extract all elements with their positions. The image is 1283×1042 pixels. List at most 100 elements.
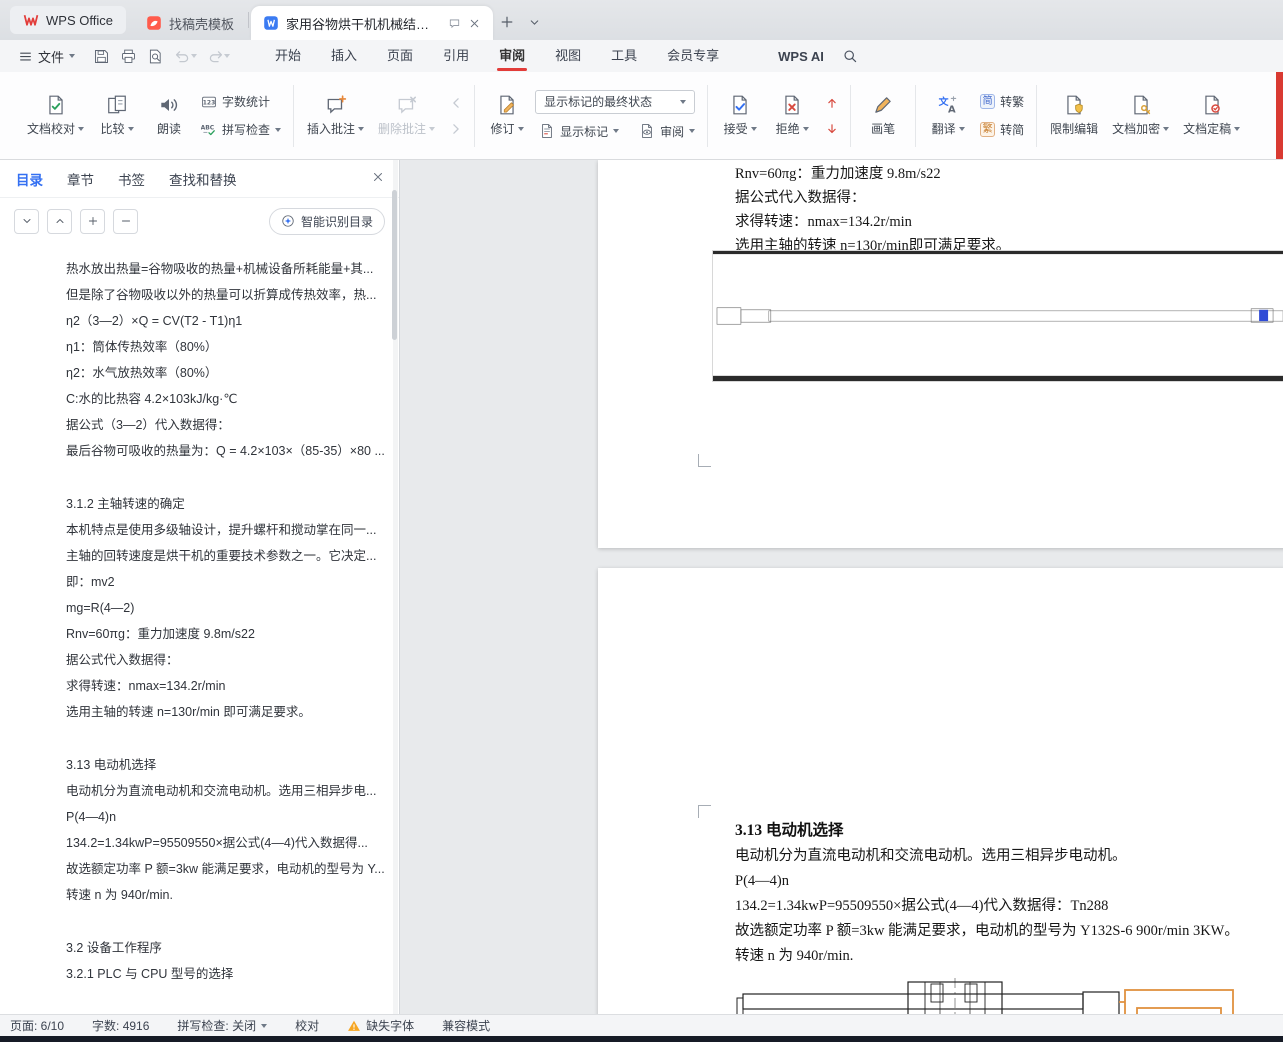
print-preview-button[interactable] bbox=[143, 44, 168, 68]
spell-check-button[interactable]: 拼写检查 bbox=[197, 119, 285, 140]
review-mode-button[interactable]: 审阅 bbox=[635, 121, 699, 142]
ribbon-tab[interactable]: 视图 bbox=[540, 40, 596, 72]
toc-item[interactable]: 据公式（3—2）代入数据得： bbox=[18, 412, 387, 438]
docer-template-tab[interactable]: 找稿壳模板 bbox=[134, 6, 246, 40]
translate-button[interactable]: 翻译 bbox=[924, 80, 972, 152]
navigation-pane-tab[interactable]: 目录 bbox=[16, 169, 43, 189]
expand-all-button[interactable] bbox=[14, 208, 39, 234]
insert-comment-label: 插入批注 bbox=[307, 122, 356, 136]
comment-bubble-icon[interactable] bbox=[448, 17, 461, 30]
page-1[interactable]: Rnv=60πg：重力加速度 9.8m/s22 据公式代入数据得： 求得转速：n… bbox=[598, 160, 1283, 548]
document-canvas[interactable]: Rnv=60πg：重力加速度 9.8m/s22 据公式代入数据得： 求得转速：n… bbox=[400, 160, 1283, 1014]
insert-comment-button[interactable]: 插入批注 bbox=[302, 80, 369, 152]
chevron-down-icon bbox=[1234, 126, 1241, 131]
toc-item-label: mg=R(4—2) bbox=[66, 601, 135, 615]
missing-font-warning[interactable]: 缺失字体 bbox=[347, 1017, 414, 1034]
toc-item[interactable]: 据公式代入数据得： bbox=[18, 647, 387, 673]
undo-button[interactable] bbox=[170, 44, 201, 68]
screw-conveyor-image[interactable] bbox=[712, 250, 1283, 382]
spell-check-status[interactable]: 拼写检查: 关闭 bbox=[177, 1017, 268, 1034]
toc-item[interactable]: 选用主轴的转速 n=130r/min 即可满足要求。 bbox=[18, 699, 387, 725]
navigation-pane-tab[interactable]: 书签 bbox=[118, 169, 145, 189]
ribbon-tab[interactable]: 开始 bbox=[260, 40, 316, 72]
quick-access-toolbar bbox=[89, 44, 234, 68]
expand-level-button[interactable] bbox=[80, 208, 105, 234]
tab-list-button[interactable] bbox=[522, 9, 548, 35]
restrict-editing-button[interactable]: 限制编辑 bbox=[1045, 80, 1103, 152]
collapse-level-button[interactable] bbox=[113, 208, 138, 234]
toc-item[interactable]: 主轴的回转速度是烘干机的重要技术参数之一。它决定... bbox=[18, 543, 387, 569]
redo-button[interactable] bbox=[203, 44, 234, 68]
proofing-status[interactable]: 校对 bbox=[295, 1017, 319, 1034]
toc-item-label: 3.13 电动机选择 bbox=[66, 758, 157, 772]
toc-item[interactable]: η1：筒体传热效率（80%） bbox=[18, 334, 387, 360]
close-pane-button[interactable] bbox=[371, 170, 385, 187]
new-tab-button[interactable] bbox=[494, 9, 520, 35]
toc-item[interactable]: 3.13 电动机选择 bbox=[18, 752, 387, 778]
search-button[interactable] bbox=[842, 48, 858, 64]
toc-item[interactable]: 最后谷物可吸收的热量为：Q = 4.2×103×（85-35）×80 ... bbox=[18, 438, 387, 464]
smart-toc-button[interactable]: 智能识别目录 bbox=[268, 207, 385, 235]
toc-item[interactable]: 3.1.2 主轴转速的确定 bbox=[18, 491, 387, 517]
word-count-status[interactable]: 字数: 4916 bbox=[92, 1017, 149, 1034]
toc-item[interactable]: Rnv=60πg：重力加速度 9.8m/s22 bbox=[18, 621, 387, 647]
toc-scrollbar-thumb[interactable] bbox=[392, 190, 397, 340]
toc-item[interactable]: η2：水气放热效率（80%） bbox=[18, 360, 387, 386]
doc-proof-button[interactable]: 文档校对 bbox=[22, 80, 89, 152]
wps-home-tab[interactable]: WPS Office bbox=[10, 6, 126, 34]
traditional-to-simplified-button[interactable]: 繁 转简 bbox=[976, 119, 1028, 140]
close-tab-icon[interactable] bbox=[468, 17, 481, 30]
reject-button[interactable]: 拒绝 bbox=[768, 80, 816, 152]
toc-item[interactable]: 3.2 设备工作程序 bbox=[18, 935, 387, 961]
page-indicator[interactable]: 页面: 6/10 bbox=[10, 1017, 64, 1034]
toc-scrollbar[interactable] bbox=[392, 160, 398, 1014]
show-markup-button[interactable]: 显示标记 bbox=[535, 121, 623, 142]
toc-item[interactable]: 即：mv2 bbox=[18, 569, 387, 595]
navigation-pane-tab[interactable]: 查找和替换 bbox=[169, 169, 237, 189]
ribbon-tab[interactable]: 插入 bbox=[316, 40, 372, 72]
toc-item[interactable]: 但是除了谷物吸收以外的热量可以折算成传热效率，热... bbox=[18, 282, 387, 308]
toc-item[interactable]: 134.2=1.34kwP=95509550×据公式(4—4)代入数据得... bbox=[18, 830, 387, 856]
toc-item[interactable]: 求得转速：nmax=134.2r/min bbox=[18, 673, 387, 699]
to-traditional-label: 转繁 bbox=[1000, 95, 1025, 109]
word-count-button[interactable]: 字数统计 bbox=[197, 91, 285, 112]
toc-item[interactable]: 故选额定功率 P 额=3kw 能满足要求，电动机的型号为 Y... bbox=[18, 856, 387, 882]
ribbon-tab[interactable]: 会员专享 bbox=[652, 40, 734, 72]
simplified-to-traditional-button[interactable]: 简 转繁 bbox=[976, 91, 1028, 112]
toc-item[interactable]: 3.2.1 PLC 与 CPU 型号的选择 bbox=[18, 961, 387, 987]
next-change-button[interactable] bbox=[822, 120, 842, 138]
finalize-document-button[interactable]: 文档定稿 bbox=[1178, 80, 1245, 152]
pen-button[interactable]: 画笔 bbox=[859, 80, 907, 152]
navigation-pane-tab[interactable]: 章节 bbox=[67, 169, 94, 189]
accept-button[interactable]: 接受 bbox=[716, 80, 764, 152]
ribbon-tab[interactable]: 引用 bbox=[428, 40, 484, 72]
taskbar-edge bbox=[0, 1036, 1283, 1042]
file-menu-button[interactable]: 文件 bbox=[10, 43, 83, 69]
track-changes-button[interactable]: 修订 bbox=[483, 80, 531, 152]
collapse-all-button[interactable] bbox=[47, 208, 72, 234]
ribbon-tab[interactable]: 页面 bbox=[372, 40, 428, 72]
wps-ai-entry[interactable]: WPS AI bbox=[756, 48, 824, 64]
chevron-down-icon bbox=[1163, 126, 1170, 131]
toc-item[interactable]: 本机特点是使用多级轴设计，提升螺杆和搅动掌在同一... bbox=[18, 517, 387, 543]
toc-item[interactable]: P(4—4)n bbox=[18, 804, 387, 830]
document-tab[interactable]: 家用谷物烘干机机械结构设计 bbox=[250, 6, 493, 40]
gearbox-drawing-image[interactable] bbox=[735, 978, 1240, 1014]
print-button[interactable] bbox=[116, 44, 141, 68]
page-2[interactable]: 3.13 电动机选择 电动机分为直流电动机和交流电动机。选用三相异步电动机。 P… bbox=[598, 568, 1283, 1014]
toc-item[interactable]: 热水放出热量=谷物吸收的热量+机械设备所耗能量+其... bbox=[18, 256, 387, 282]
toc-item[interactable]: 电动机分为直流电动机和交流电动机。选用三相异步电... bbox=[18, 778, 387, 804]
read-aloud-button[interactable]: 朗读 bbox=[145, 80, 193, 152]
toc-item-label: P(4—4)n bbox=[66, 810, 117, 824]
markup-state-select[interactable]: 显示标记的最终状态 bbox=[535, 89, 696, 114]
toc-item[interactable]: mg=R(4—2) bbox=[18, 595, 387, 621]
save-button[interactable] bbox=[89, 44, 114, 68]
toc-item[interactable]: η2（3—2）×Q = CV(T2 - T1)η1 bbox=[18, 308, 387, 334]
ribbon-tab[interactable]: 审阅 bbox=[484, 40, 540, 72]
previous-change-button[interactable] bbox=[822, 94, 842, 112]
toc-item[interactable]: 转速 n 为 940r/min. bbox=[18, 882, 387, 908]
compare-button[interactable]: 比较 bbox=[93, 80, 141, 152]
ribbon-tab[interactable]: 工具 bbox=[596, 40, 652, 72]
encrypt-document-button[interactable]: 文档加密 bbox=[1107, 80, 1174, 152]
toc-item[interactable]: C:水的比热容 4.2×103kJ/kg·℃ bbox=[18, 386, 387, 412]
